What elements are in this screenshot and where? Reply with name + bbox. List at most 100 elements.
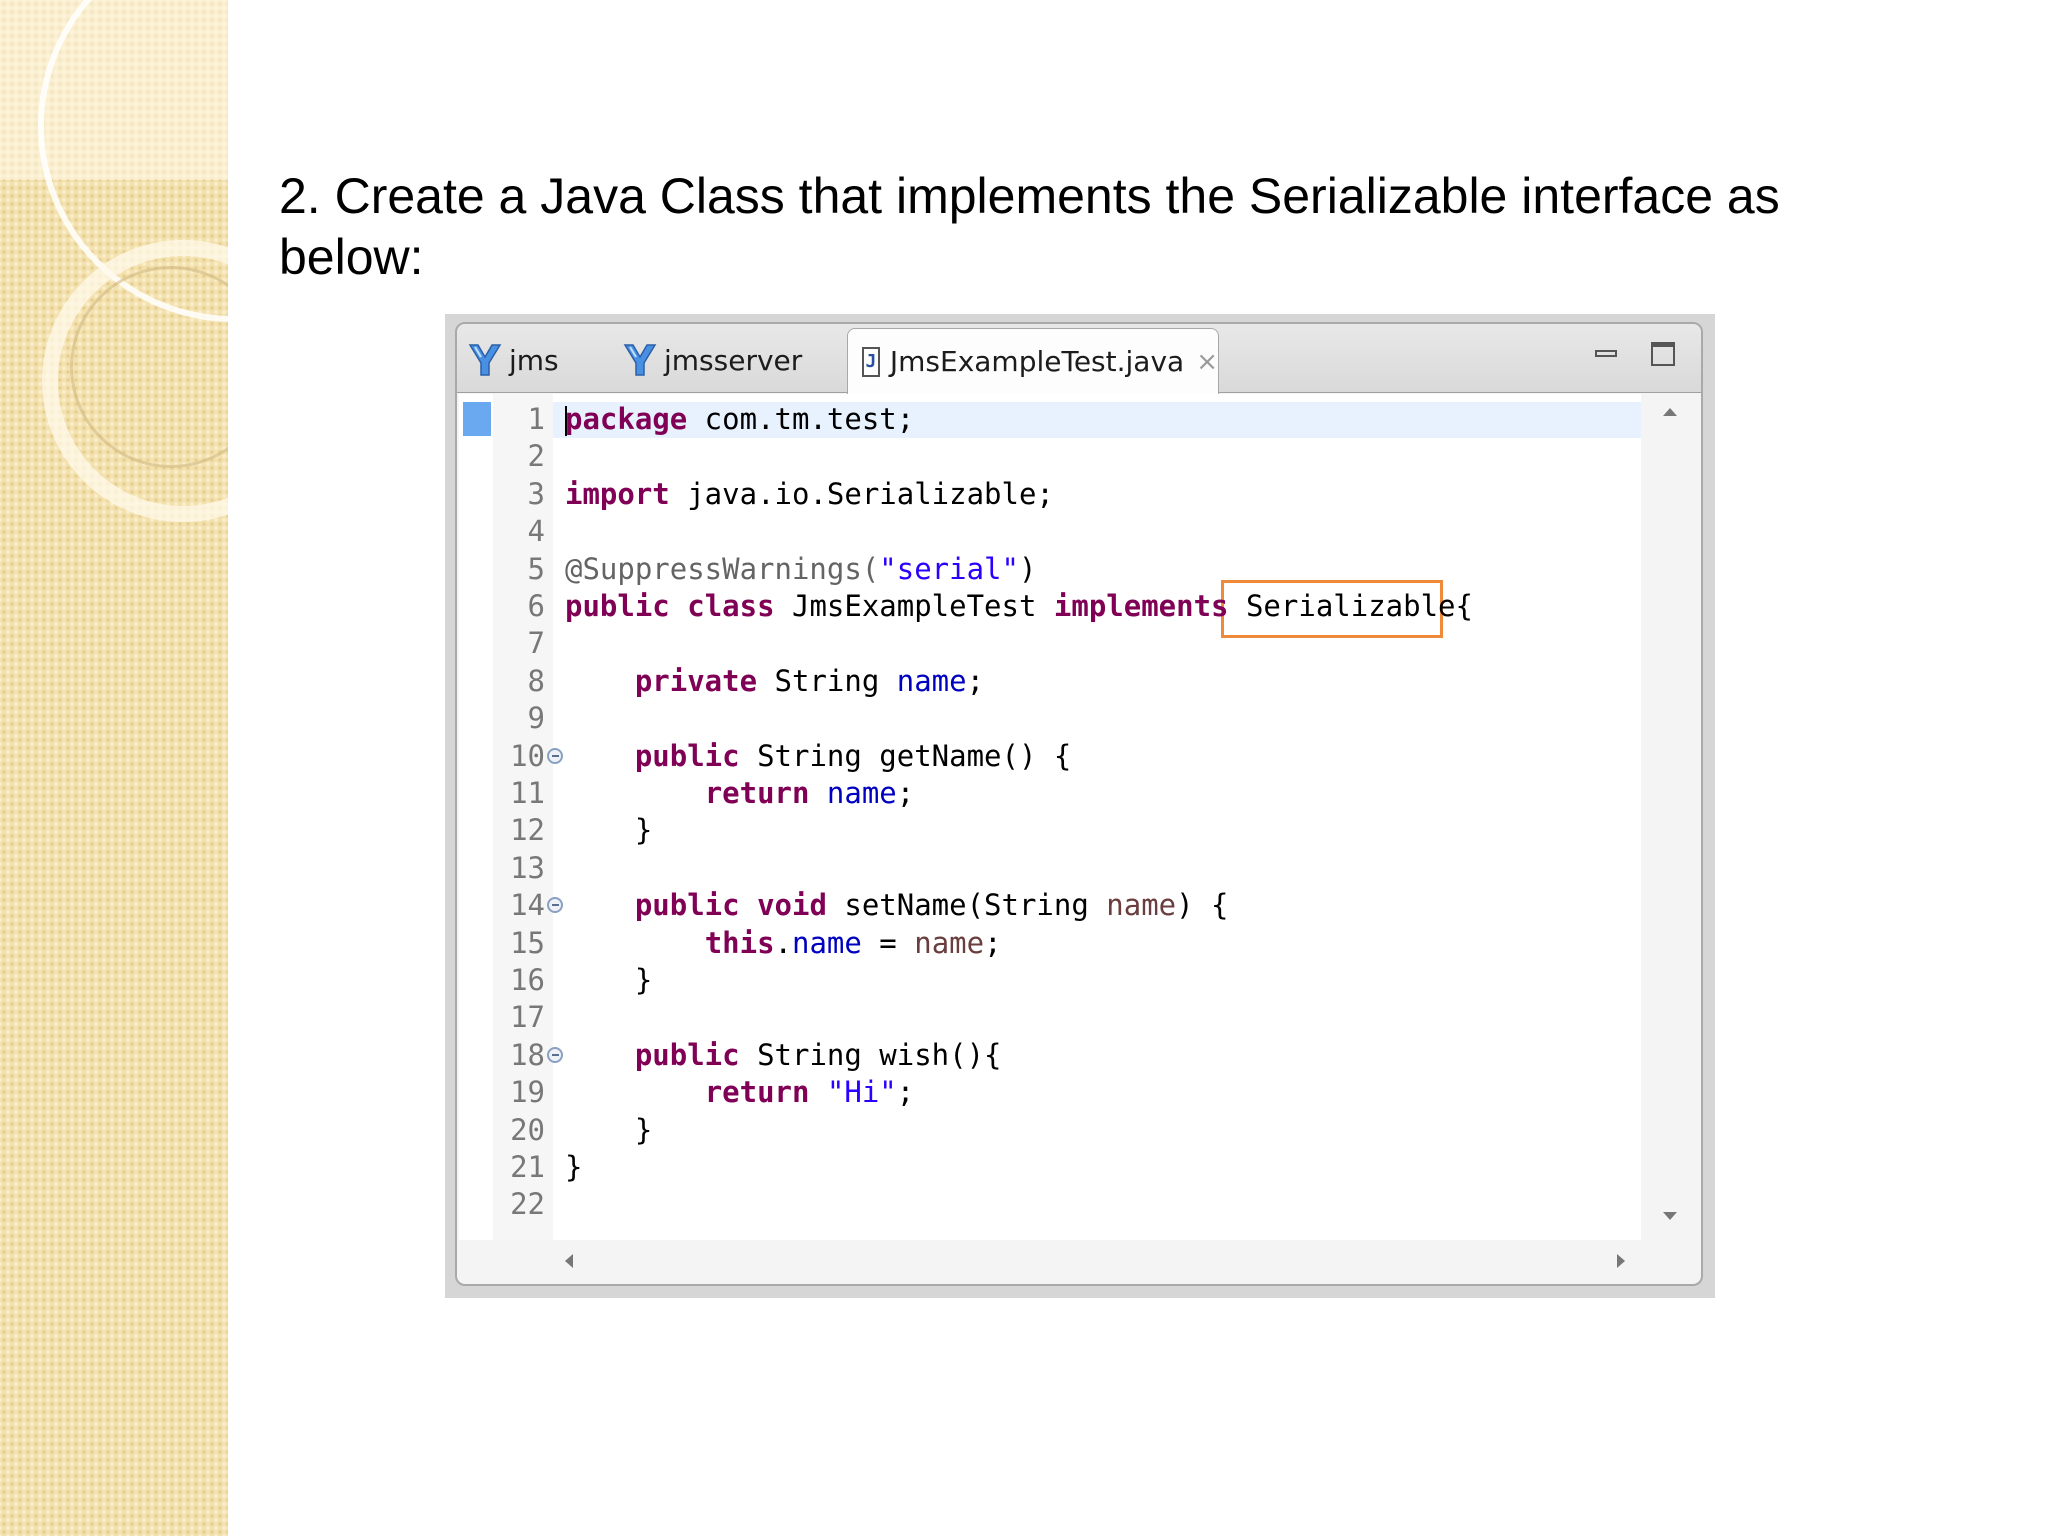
code-line[interactable]: 9 xyxy=(459,700,1639,737)
code-line[interactable]: 20 } xyxy=(459,1112,1639,1149)
code-line[interactable]: 1 package com.tm.test; xyxy=(459,401,1639,438)
code-token: public xyxy=(634,738,740,773)
code-editor-area[interactable]: 1 package com.tm.test; 2 3 import java.io.Se… xyxy=(459,394,1641,1240)
tab-label: jmsserver xyxy=(664,343,803,377)
code-token: public xyxy=(634,1037,740,1072)
code-line[interactable]: 16 } xyxy=(459,962,1639,999)
code-text: public void setName(String name) { xyxy=(565,887,1229,924)
instruction-line-1: 2. Create a Java Class that implements t… xyxy=(279,168,1780,224)
tab-jms[interactable]: jms xyxy=(467,330,559,390)
code-token: } xyxy=(565,813,653,848)
line-number: 7 xyxy=(527,626,545,661)
java-file-icon: J xyxy=(862,346,880,377)
code-line[interactable]: 12 } xyxy=(459,812,1639,849)
code-line[interactable]: 5 @SuppressWarnings("serial") xyxy=(459,551,1639,588)
code-token: name xyxy=(914,925,985,960)
code-token: void xyxy=(757,888,827,923)
code-token: java.io.Serializable; xyxy=(669,476,1054,511)
tab-label: jms xyxy=(509,343,559,377)
code-line[interactable]: 11 return name; xyxy=(459,775,1639,812)
code-text: } xyxy=(565,812,652,849)
code-token: package xyxy=(565,402,688,436)
line-number: 19 xyxy=(510,1075,545,1110)
code-line[interactable]: 22 xyxy=(459,1186,1639,1223)
code-line[interactable]: 4 xyxy=(459,513,1639,550)
code-token: . xyxy=(774,925,792,960)
line-number: 3 xyxy=(527,476,545,511)
java-project-icon xyxy=(468,344,502,376)
code-token: } xyxy=(565,1112,653,1147)
fold-collapse-icon[interactable] xyxy=(547,1046,563,1063)
code-text: } xyxy=(565,1112,652,1149)
code-token: class xyxy=(687,589,775,623)
code-text: public String wish(){ xyxy=(565,1037,1002,1074)
maximize-icon[interactable] xyxy=(1651,342,1675,366)
code-text: } xyxy=(565,962,652,999)
scroll-down-arrow-icon[interactable] xyxy=(1663,1212,1677,1220)
code-token: public xyxy=(634,888,740,923)
code-text: @SuppressWarnings("serial") xyxy=(565,551,1036,588)
line-number: 18 xyxy=(510,1037,545,1072)
code-token: private xyxy=(634,663,758,698)
code-line[interactable]: 7 xyxy=(459,625,1639,662)
code-token: com.tm.test; xyxy=(687,402,915,436)
code-line[interactable]: 14 public void setName(String name) { xyxy=(459,887,1639,924)
tab-jmsexampletest-java[interactable]: J JmsExampleTest.java × xyxy=(847,328,1219,394)
scroll-up-arrow-icon[interactable] xyxy=(1663,408,1677,416)
line-number: 9 xyxy=(527,701,545,736)
line-number: 14 xyxy=(510,888,545,923)
code-line[interactable]: 6 public class JmsExampleTest implements … xyxy=(459,588,1639,625)
code-line[interactable]: 15 this.name = name; xyxy=(459,925,1639,962)
close-icon[interactable]: × xyxy=(1196,347,1218,377)
code-token: "serial" xyxy=(879,551,1019,586)
code-token: setName(String xyxy=(826,888,1107,923)
vertical-scrollbar[interactable] xyxy=(1641,394,1701,1240)
code-token: ) xyxy=(1018,551,1037,586)
tab-label: JmsExampleTest.java xyxy=(889,345,1185,378)
minimize-icon[interactable] xyxy=(1595,342,1619,366)
horizontal-scrollbar[interactable] xyxy=(551,1240,1641,1284)
code-line[interactable]: 2 xyxy=(459,438,1639,475)
code-line[interactable]: 19 return "Hi"; xyxy=(459,1074,1639,1111)
code-line[interactable]: 17 xyxy=(459,999,1639,1036)
java-project-icon xyxy=(623,344,657,376)
code-token: name xyxy=(826,776,897,810)
line-number: 17 xyxy=(510,1000,545,1035)
line-number: 11 xyxy=(510,776,545,810)
code-text: return name; xyxy=(565,775,915,812)
fold-collapse-icon[interactable] xyxy=(547,747,563,764)
scroll-left-arrow-icon[interactable] xyxy=(565,1254,573,1268)
line-number: 13 xyxy=(510,850,545,885)
editor-screenshot-frame: jms jmsserver J JmsExampleTest.java × 1 … xyxy=(445,314,1715,1298)
code-token: ; xyxy=(984,925,1002,960)
code-token: = xyxy=(861,925,915,960)
line-number: 12 xyxy=(510,813,545,848)
code-line[interactable]: 13 xyxy=(459,850,1639,887)
line-number: 8 xyxy=(527,663,545,698)
code-token: return xyxy=(704,1075,810,1110)
code-line[interactable]: 8 private String name; xyxy=(459,663,1639,700)
code-token: String xyxy=(757,663,897,698)
scroll-right-arrow-icon[interactable] xyxy=(1617,1254,1625,1268)
fold-collapse-icon[interactable] xyxy=(547,897,563,914)
code-token: ; xyxy=(896,1075,915,1110)
line-number: 21 xyxy=(510,1150,545,1184)
code-line[interactable]: 18 public String wish(){ xyxy=(459,1037,1639,1074)
code-text: return "Hi"; xyxy=(565,1074,915,1111)
code-token: import xyxy=(565,476,670,511)
code-text: public class JmsExampleTest implements S… xyxy=(565,588,1473,625)
tab-jmsserver[interactable]: jmsserver xyxy=(622,330,802,390)
code-line[interactable]: 21} xyxy=(459,1149,1639,1186)
code-text: public String getName() { xyxy=(565,738,1072,775)
code-line[interactable]: 3 import java.io.Serializable; xyxy=(459,476,1639,513)
editor-tab-bar: jms jmsserver J JmsExampleTest.java × xyxy=(457,324,1701,394)
code-line[interactable]: 10 public String getName() { xyxy=(459,738,1639,775)
